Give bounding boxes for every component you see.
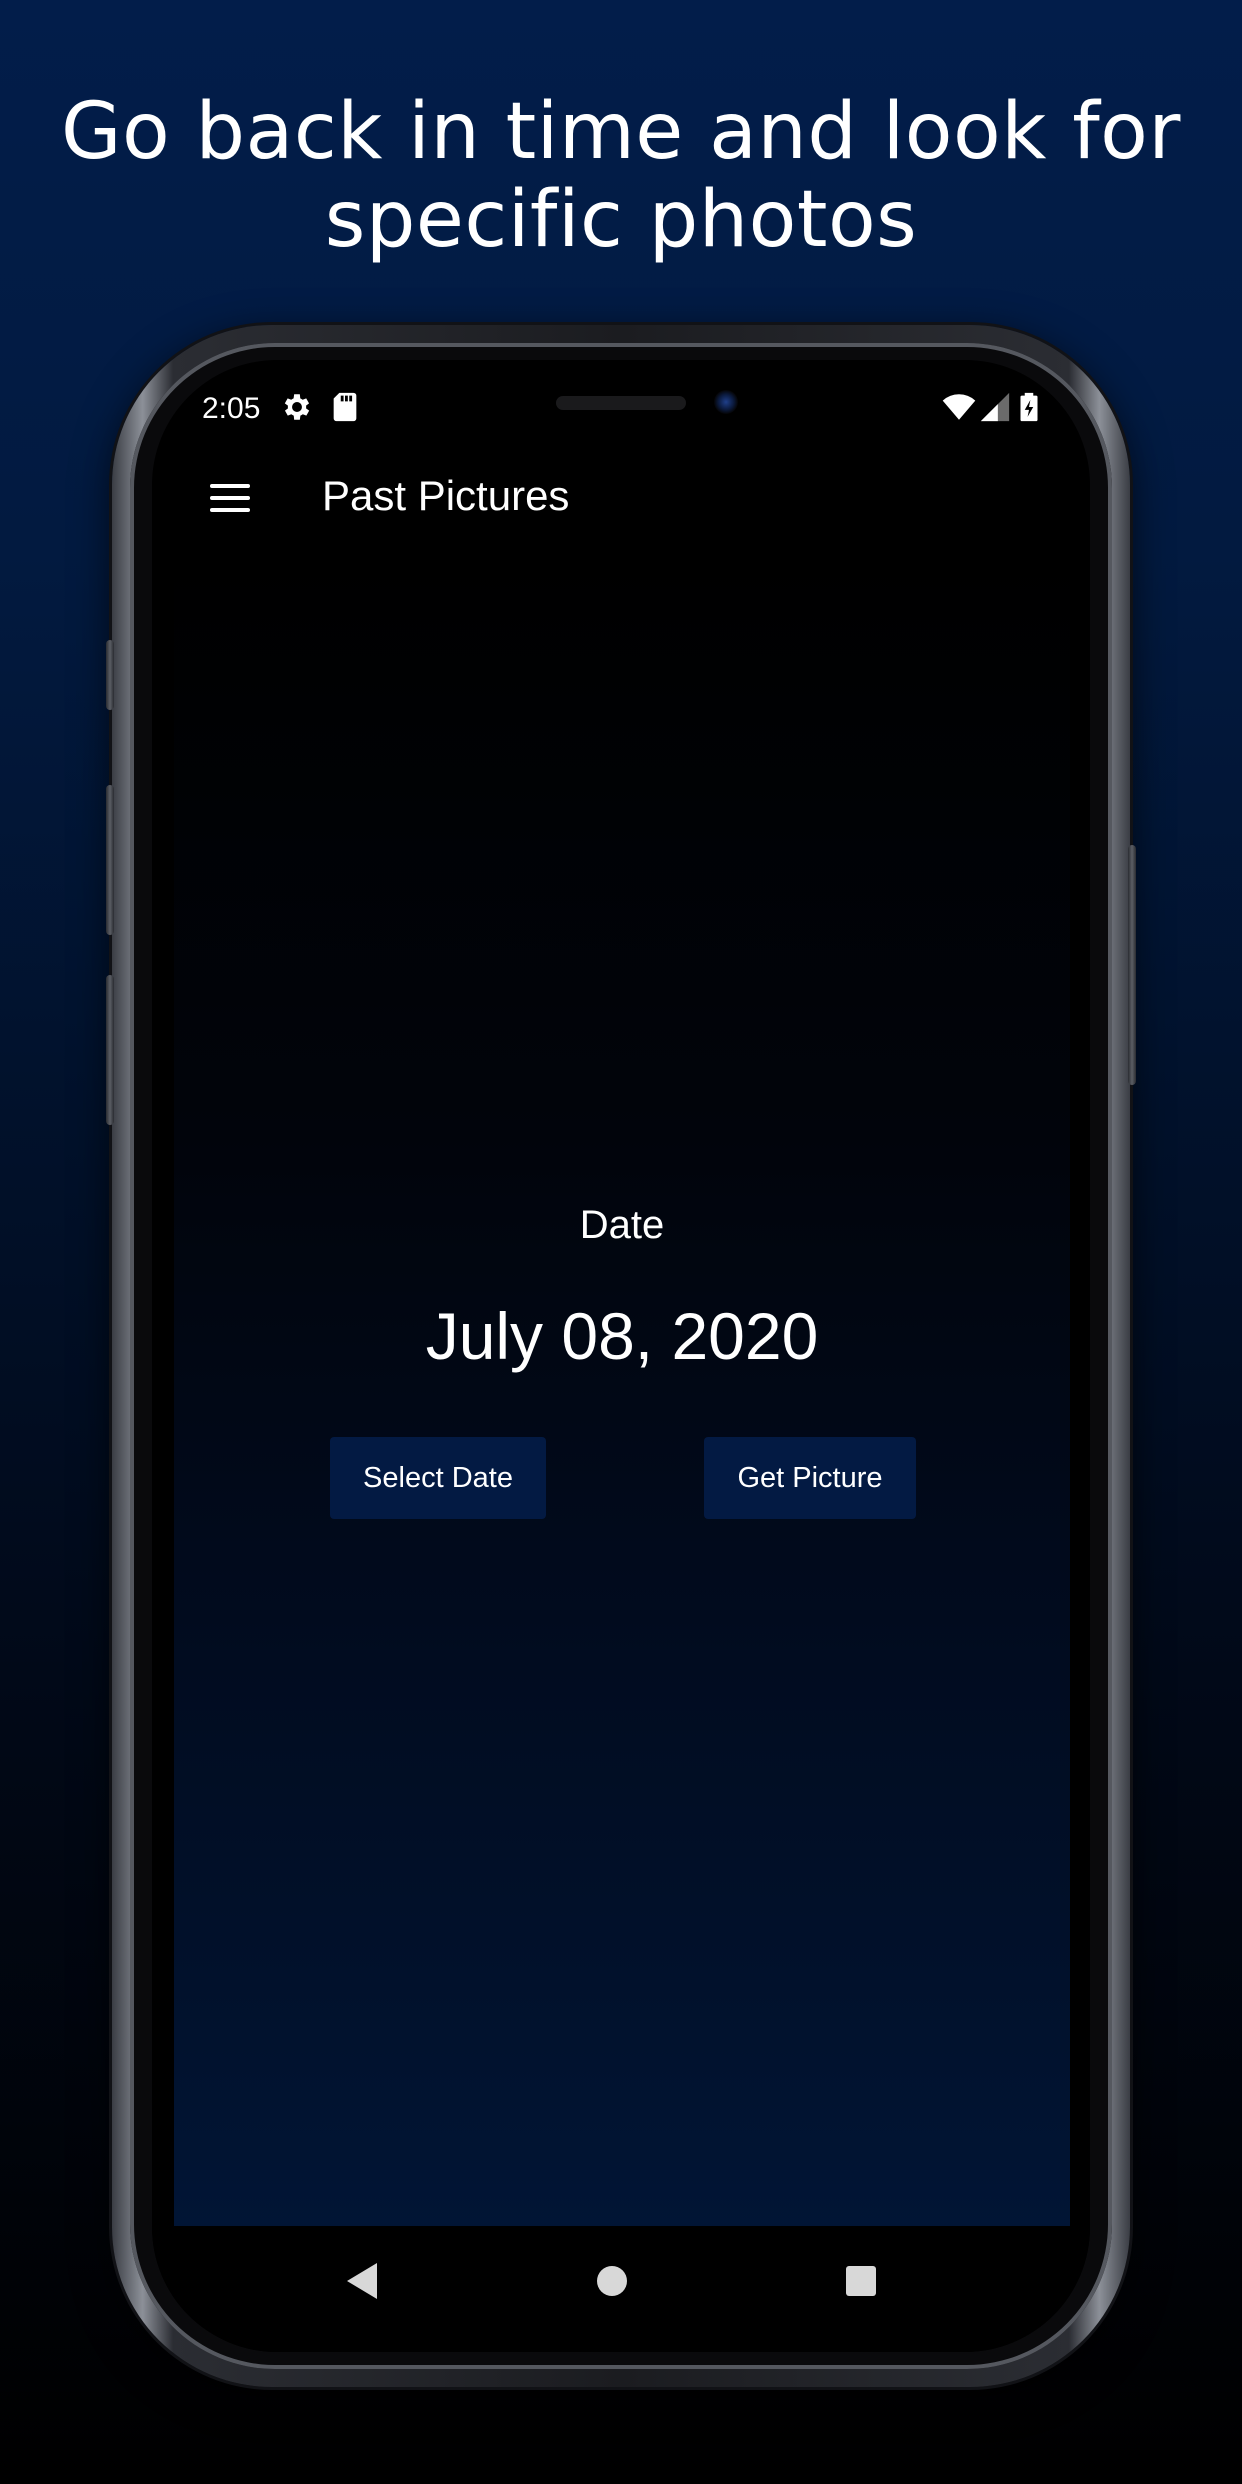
selected-date: July 08, 2020 [425, 1299, 819, 1373]
sd-card-icon [333, 392, 357, 422]
settings-icon [284, 394, 310, 420]
status-time: 2:05 [202, 392, 261, 425]
earpiece-speaker [556, 396, 686, 410]
wifi-icon [942, 394, 976, 420]
home-icon[interactable] [587, 2256, 637, 2306]
app-title: Past Pictures [322, 472, 570, 519]
phone-side-button-right [1128, 845, 1136, 1085]
phone-screen: 2:05 Past Pictures Date July 08, 2020 Se… [152, 360, 1090, 2352]
battery-charging-icon [1020, 392, 1038, 422]
phone-side-button-left-1 [106, 640, 114, 710]
recents-icon[interactable] [836, 2256, 886, 2306]
date-label: Date [579, 1203, 665, 1247]
get-picture-button[interactable]: Get Picture [704, 1437, 916, 1519]
status-bar: 2:05 [152, 360, 1090, 450]
signal-icon [980, 392, 1010, 422]
navigation-bar [152, 2226, 1090, 2352]
hamburger-menu-icon[interactable] [210, 478, 250, 518]
select-date-button[interactable]: Select Date [330, 1437, 546, 1519]
phone-side-button-left-3 [106, 975, 114, 1125]
promo-headline-line-2: specific photos [324, 175, 918, 265]
promo-headline-line-1: Go back in time and look for [61, 87, 1181, 177]
app-bar: Past Pictures [152, 450, 1090, 550]
back-icon[interactable] [338, 2256, 388, 2306]
front-camera [714, 390, 738, 414]
main-content: Date July 08, 2020 Select Date Get Pictu… [174, 550, 1070, 2226]
phone-side-button-left-2 [106, 785, 114, 935]
promo-headline: Go back in time and look for specific ph… [0, 88, 1242, 264]
